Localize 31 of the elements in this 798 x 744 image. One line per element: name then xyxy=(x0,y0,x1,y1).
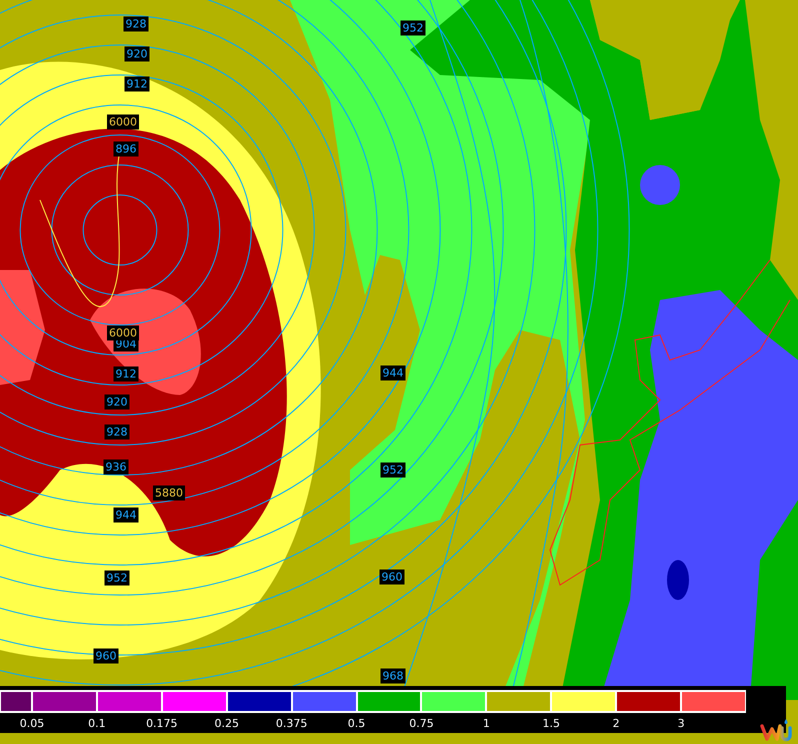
pressure-label: 952 xyxy=(400,20,426,36)
height-label: 5880 xyxy=(153,486,185,500)
pressure-label: 952 xyxy=(380,462,406,478)
pressure-label: 960 xyxy=(380,570,404,584)
pressure-label: 928 xyxy=(104,424,130,440)
pressure-label: 920 xyxy=(124,46,150,62)
legend-tick-label: 0.25 xyxy=(214,717,239,730)
legend-tick-label: 0.75 xyxy=(409,717,434,730)
pressure-label: 960 xyxy=(94,648,118,664)
legend-tick-label: 0.05 xyxy=(20,717,44,730)
legend-tick-label: 0.5 xyxy=(348,717,366,730)
legend-tick-label: 1 xyxy=(482,717,490,730)
pressure-label: 944 xyxy=(114,508,138,522)
legend-tick-label: 3 xyxy=(678,717,685,730)
logo-icon xyxy=(760,718,792,742)
height-label: 6000 xyxy=(107,114,139,130)
legend-tick-label: 1.5 xyxy=(542,717,560,730)
pressure-label: 952 xyxy=(104,570,130,586)
pressure-label: 912 xyxy=(114,366,138,382)
pressure-label: 936 xyxy=(104,460,128,474)
pressure-label: 944 xyxy=(380,366,406,380)
pressure-label: 968 xyxy=(380,668,406,684)
legend-tick-label: 0.175 xyxy=(146,717,178,730)
pressure-label: 896 xyxy=(114,142,138,156)
pressure-label: 928 xyxy=(124,16,148,32)
height-label: 6000 xyxy=(107,326,139,340)
pressure-label: 912 xyxy=(124,76,150,92)
pressure-label: 920 xyxy=(104,394,130,410)
legend-tick-label: 0.375 xyxy=(276,717,308,730)
legend-tick-label: 2 xyxy=(612,717,620,730)
legend-tick-label: 0.1 xyxy=(88,717,106,730)
